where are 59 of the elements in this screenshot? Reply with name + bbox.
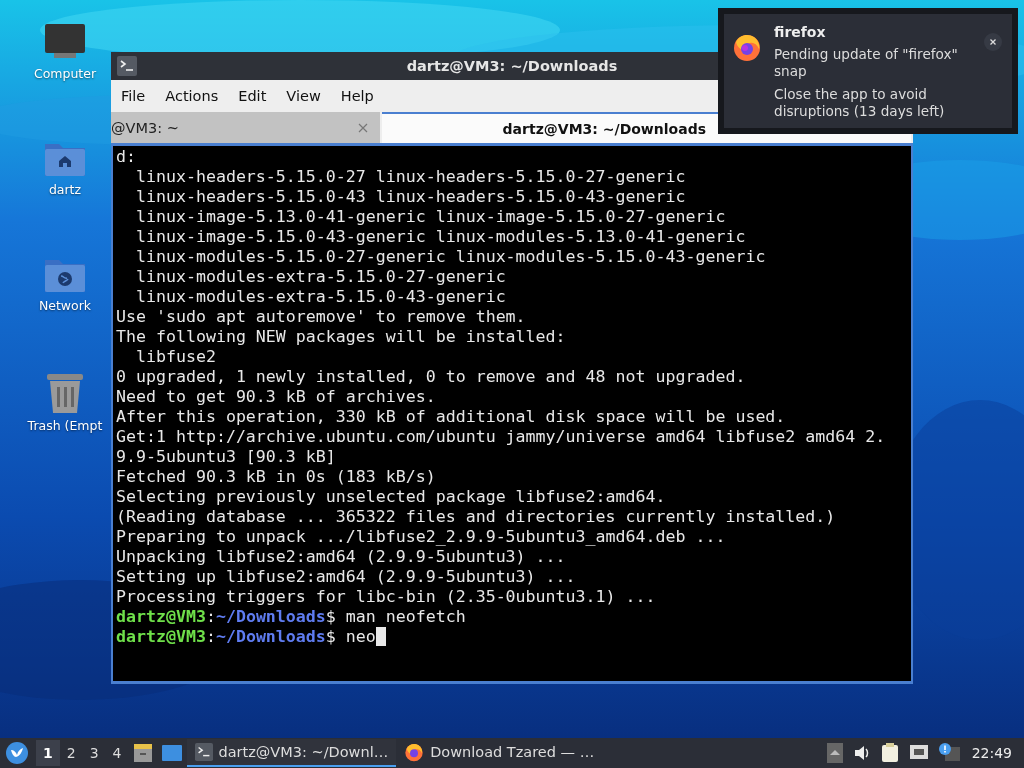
start-menu-icon[interactable] (6, 742, 28, 764)
terminal-line: Preparing to unpack .../libfuse2_2.9.9-5ubuntu3_amd64.deb ... (116, 527, 726, 547)
workspace-button[interactable]: 2 (59, 740, 83, 766)
terminal-icon (117, 56, 137, 76)
notification-icon[interactable] (938, 743, 961, 763)
prompt-line: dartz@VM3:~/Downloads$ neo (116, 627, 386, 647)
menu-item[interactable]: Help (330, 88, 384, 104)
terminal-line: Need to get 90.3 kB of archives. (116, 387, 436, 407)
terminal-line: The following NEW packages will be installed: (116, 327, 566, 347)
file-cabinet-icon[interactable] (132, 743, 153, 763)
terminal-line: Unpacking libfuse2:amd64 (2.9.9-5ubuntu3) ... (116, 547, 566, 567)
terminal-line: After this operation, 330 kB of additional disk space will be used. (116, 407, 786, 427)
workspace-button[interactable]: 4 (105, 740, 129, 766)
desktop-icon-label: dartz (48, 182, 82, 197)
terminal-line: 0 upgraded, 1 newly installed, 0 to remove and 48 not upgraded. (116, 367, 746, 387)
prompt-line: dartz@VM3:~/Downloads$ man neofetch (116, 607, 466, 627)
terminal-line: Fetched 90.3 kB in 0s (183 kB/s) (116, 467, 436, 487)
terminal-line: (Reading database ... 365322 files and directories currently installed.) (116, 507, 836, 527)
workspace-button[interactable]: 1 (36, 740, 60, 766)
terminal-line: linux-headers-5.15.0-27 linux-headers-5.15.0-27-generic (134, 167, 686, 187)
terminal-line: linux-modules-extra-5.15.0-27-generic (134, 267, 506, 287)
terminal-area[interactable] (113, 146, 911, 681)
firefox-icon (404, 742, 425, 762)
desktop-icon-label: Computer (33, 66, 97, 81)
terminal-line: linux-modules-5.15.0-27-generic linux-modules-5.15.0-43-generic (134, 247, 766, 267)
taskbar-task[interactable]: Download Tzared — … (396, 739, 603, 767)
window-title: dartz@VM3: ~/Downloads (406, 58, 618, 74)
menu-item[interactable]: View (276, 88, 331, 104)
terminal-line: 9.9-5ubuntu3 [90.3 kB] (116, 447, 336, 467)
terminal-line: Get:1 http://archive.ubuntu.com/ubuntu jammy/universe amd64 libfuse2 amd64 2. (116, 427, 886, 447)
menu-item[interactable]: Actions (155, 88, 229, 104)
menu-item[interactable]: Edit (228, 88, 277, 104)
terminal-line: Selecting previously unselected package libfuse2:amd64. (116, 487, 666, 507)
notification[interactable]: firefox Pending update of "firefox" snap Close the app to avoid disruptions (13 days left) (718, 8, 1018, 134)
clipboard-icon[interactable] (880, 743, 899, 763)
desktop-icon-label: Trash (Empt (27, 418, 103, 433)
terminal-icon (194, 743, 213, 761)
terminal-line: Use 'sudo apt autoremove' to remove them. (116, 307, 526, 327)
terminal-line: linux-image-5.15.0-43-generic linux-modules-5.13.0-41-generic (134, 227, 746, 247)
terminal-line: d: (116, 147, 136, 167)
notification-title: firefox (774, 24, 827, 40)
terminal-line: linux-image-5.13.0-41-generic linux-image-5.15.0-27-generic (134, 207, 726, 227)
clock[interactable]: 22:49 (971, 745, 1012, 761)
close-icon[interactable] (984, 33, 1002, 51)
desktop-icon-label: Network (38, 298, 92, 313)
desktop-icon[interactable] (160, 744, 183, 762)
tab[interactable]: @VM3: ~ (111, 112, 380, 143)
speaker-icon[interactable] (852, 744, 871, 762)
menu-item[interactable]: File (111, 88, 156, 104)
workspace-button[interactable]: 3 (82, 740, 106, 766)
terminal-line: libfuse2 (134, 347, 216, 367)
terminal-line: linux-headers-5.15.0-43 linux-headers-5.15.0-43-generic (134, 187, 686, 207)
network-icon[interactable] (908, 744, 929, 762)
terminal-line: linux-modules-extra-5.15.0-43-generic (134, 287, 506, 307)
terminal-line: Processing triggers for libc-bin (2.35-0ubuntu3.1) ... (116, 587, 656, 607)
terminal-line: Setting up libfuse2:amd64 (2.9.9-5ubuntu3) ... (116, 567, 576, 587)
firefox-icon (732, 32, 762, 62)
taskbar-task[interactable]: dartz@VM3: ~/Downl… (186, 739, 397, 767)
notification-message: Pending update of "firefox" snap (774, 46, 959, 80)
